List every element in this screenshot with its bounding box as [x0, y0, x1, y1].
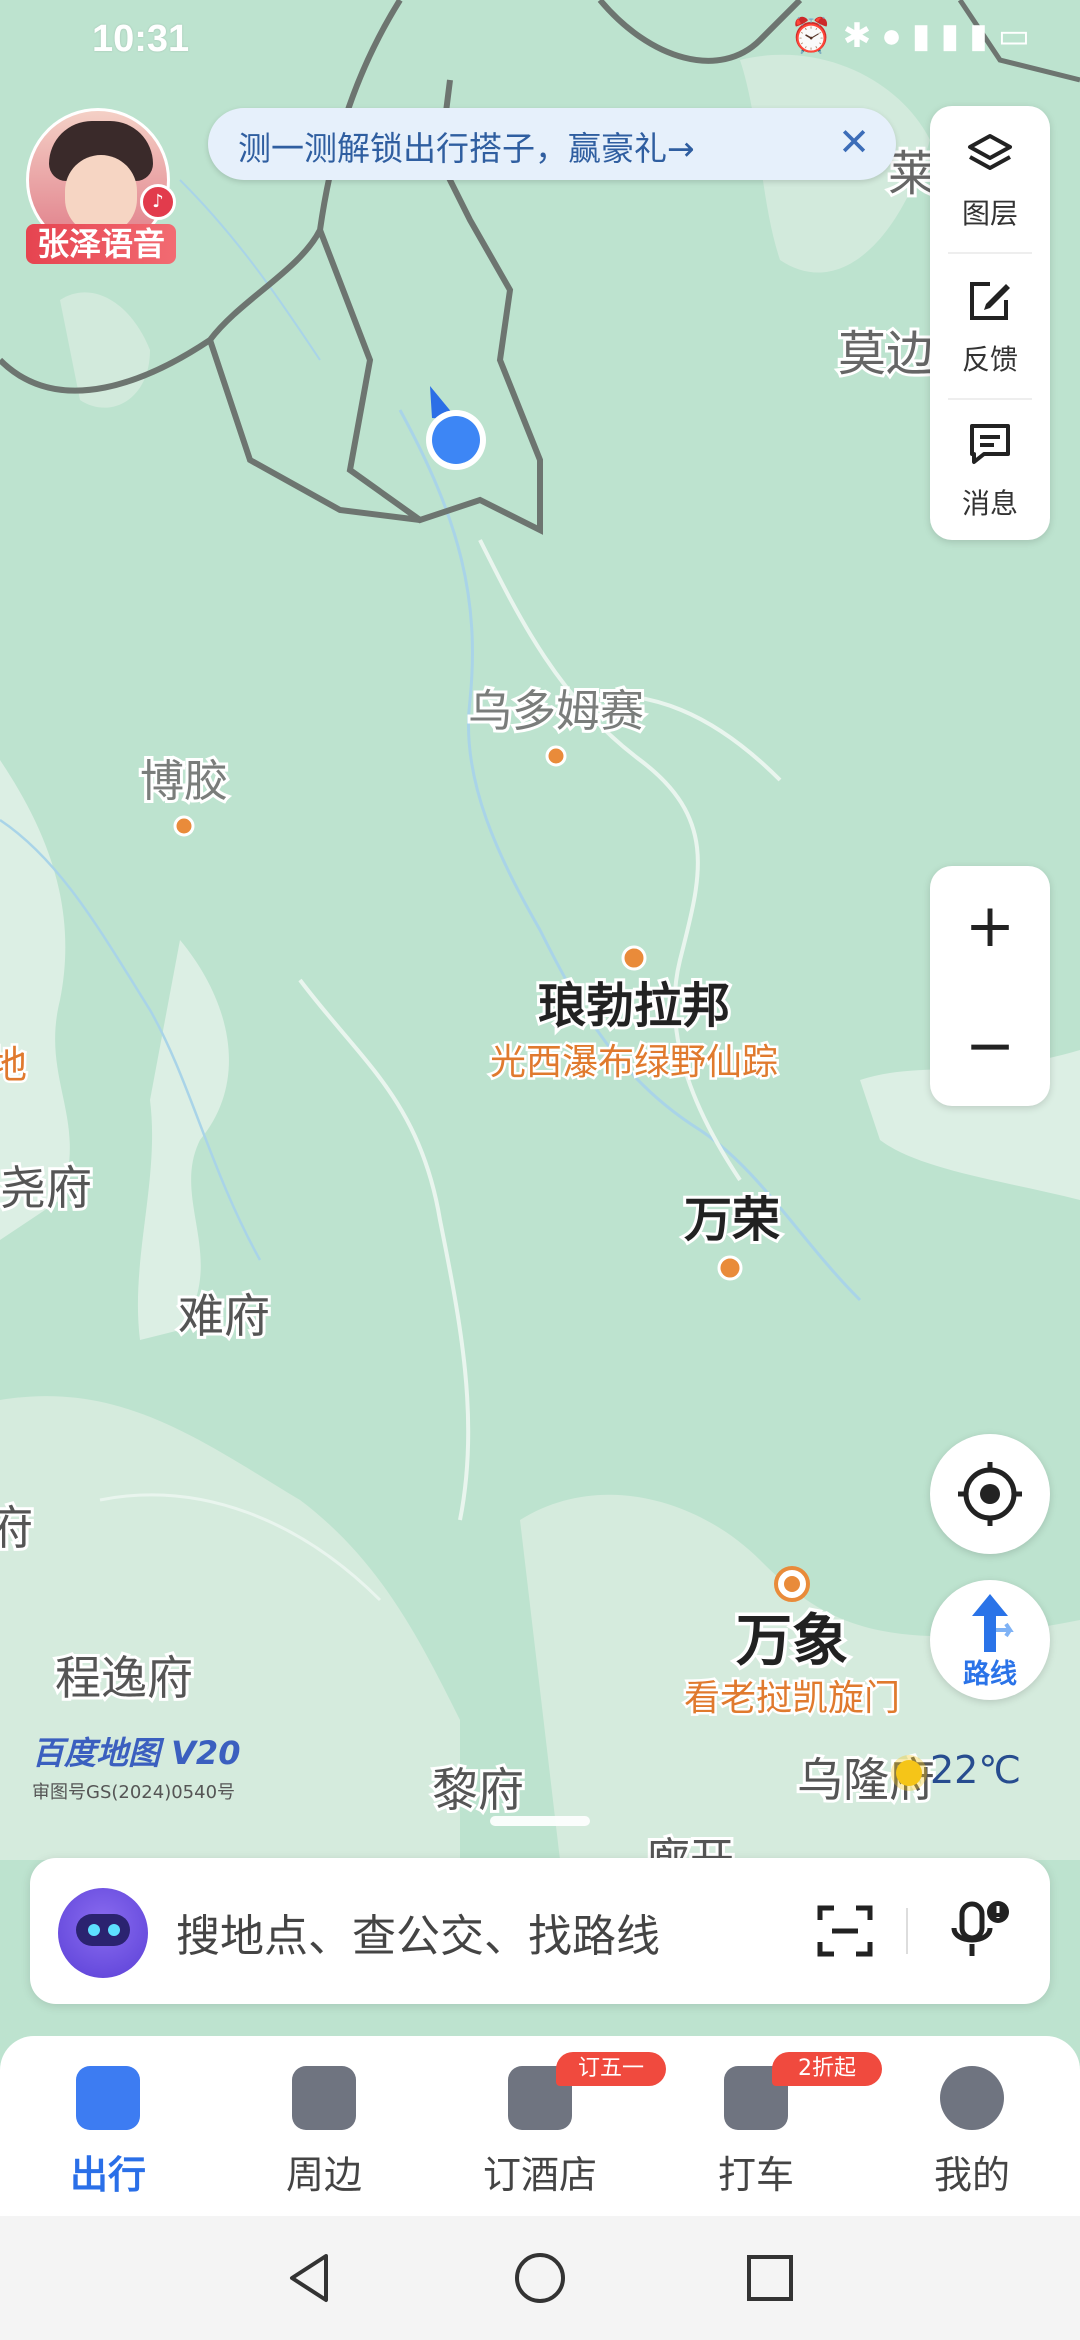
- map-logo-text: 百度地图: [32, 1734, 161, 1772]
- map-label-luangprabang[interactable]: 琅勃拉邦: [535, 975, 733, 1037]
- map-label-nanfu[interactable]: 难府: [175, 1286, 273, 1346]
- voice-avatar-label: 张泽语音: [26, 224, 176, 264]
- promo-banner-text: 测一测解锁出行搭子，赢豪礼→: [238, 129, 695, 168]
- weather-temperature: 22℃: [930, 1748, 1022, 1792]
- map-approval-number: 审图号GS(2024)0540号: [32, 1782, 236, 1803]
- map-side-panel: 图层 反馈 消息: [930, 106, 1050, 540]
- map-label-vientiane[interactable]: 万象: [733, 1606, 852, 1678]
- profile-icon: [940, 2066, 1004, 2130]
- crosshair-icon: [958, 1462, 1022, 1526]
- layers-icon: [968, 134, 1012, 170]
- scan-icon[interactable]: [816, 1902, 874, 1960]
- tab-hotel[interactable]: 订五一 订酒店: [460, 2052, 666, 2197]
- back-icon[interactable]: [280, 2248, 340, 2308]
- search-bar[interactable]: 搜地点、查公交、找路线: [30, 1858, 1050, 2004]
- weather-widget[interactable]: 22℃: [896, 1748, 1021, 1792]
- tab-label: 打车: [717, 2153, 794, 2197]
- microphone-icon[interactable]: [946, 1898, 1016, 1968]
- message-icon: [970, 424, 1010, 464]
- map-label-bojiao[interactable]: 博胶: [137, 753, 231, 810]
- tab-nearby[interactable]: 周边: [244, 2066, 404, 2197]
- close-icon[interactable]: ✕: [838, 120, 870, 164]
- nearby-icon: [292, 2066, 356, 2130]
- map-label-mobian[interactable]: 莫边: [835, 323, 937, 385]
- location-icon: ●: [881, 17, 912, 55]
- tab-badge: 2折起: [772, 2052, 882, 2086]
- assistant-robot-icon[interactable]: [58, 1888, 148, 1978]
- promo-banner[interactable]: 测一测解锁出行搭子，赢豪礼→ ✕: [208, 108, 896, 180]
- edit-icon: [970, 282, 1010, 320]
- tab-label: 订酒店: [482, 2153, 597, 2197]
- battery-icon: ▭: [997, 17, 1040, 55]
- system-nav-bar: [0, 2216, 1080, 2340]
- status-bar: 10:31 ⏰✱●▮▮▮▭: [0, 0, 1080, 80]
- bottom-tab-bar: 出行 周边 订五一 订酒店 2折起 打车 我的: [0, 2036, 1080, 2216]
- map-logo: 百度地图 V20 审图号GS(2024)0540号: [32, 1728, 240, 1804]
- map-poi-luangprabang[interactable]: 光西瀑布绿野仙踪: [487, 1040, 780, 1086]
- zoom-control: + −: [930, 866, 1050, 1106]
- map-label-chengyifu[interactable]: 程逸府: [52, 1648, 196, 1708]
- signal-icon: ▮▮▮: [911, 17, 998, 55]
- divider: [906, 1908, 908, 1954]
- map-label-lai[interactable]: 莱: [885, 143, 939, 205]
- tab-label: 周边: [285, 2153, 362, 2197]
- map-label-fu-left[interactable]: 府: [0, 1498, 36, 1558]
- tab-travel[interactable]: 出行: [28, 2066, 188, 2197]
- tab-label: 出行: [69, 2153, 146, 2197]
- recents-icon[interactable]: [740, 2248, 800, 2308]
- home-icon[interactable]: [510, 2248, 570, 2308]
- mic-icon: ♪: [140, 184, 176, 220]
- tab-taxi[interactable]: 2折起 打车: [676, 2052, 882, 2197]
- feedback-label: 反馈: [961, 343, 1018, 376]
- alarm-icon: ⏰: [790, 17, 843, 55]
- voice-avatar[interactable]: ♪ 张泽语音: [26, 108, 176, 264]
- search-placeholder[interactable]: 搜地点、查公交、找路线: [176, 1900, 660, 1964]
- tab-badge: 订五一: [556, 2052, 666, 2086]
- layers-label: 图层: [961, 197, 1018, 230]
- map-label-yaofu[interactable]: 尧府: [0, 1158, 95, 1218]
- route-button[interactable]: 路线: [930, 1580, 1050, 1700]
- layers-button[interactable]: 图层: [930, 106, 1050, 250]
- zoom-in-button[interactable]: +: [930, 866, 1050, 986]
- route-label: 路线: [963, 1659, 1017, 1690]
- status-time: 10:31: [92, 18, 190, 60]
- zoom-out-button[interactable]: −: [930, 986, 1050, 1106]
- feedback-button[interactable]: 反馈: [930, 252, 1050, 396]
- travel-icon: [76, 2066, 140, 2130]
- locate-button[interactable]: [930, 1434, 1050, 1554]
- map-label-wuduomusai[interactable]: 乌多姆赛: [465, 683, 647, 740]
- sun-icon: [896, 1759, 922, 1786]
- map-logo-version: V20: [171, 1734, 241, 1772]
- map-label-vangvieng[interactable]: 万荣: [681, 1189, 783, 1251]
- drag-handle[interactable]: [490, 1816, 590, 1826]
- tab-label: 我的: [933, 2153, 1010, 2197]
- bluetooth-icon: ✱: [842, 17, 882, 55]
- tab-profile[interactable]: 我的: [892, 2066, 1052, 2197]
- message-label: 消息: [961, 487, 1018, 520]
- message-button[interactable]: 消息: [930, 396, 1050, 540]
- map-label-di-left[interactable]: 地: [0, 1041, 30, 1090]
- map-poi-vientiane[interactable]: 看老挝凯旋门: [681, 1676, 902, 1722]
- map-label-lifu[interactable]: 黎府: [429, 1760, 527, 1820]
- status-icons: ⏰✱●▮▮▮▭: [790, 16, 1040, 56]
